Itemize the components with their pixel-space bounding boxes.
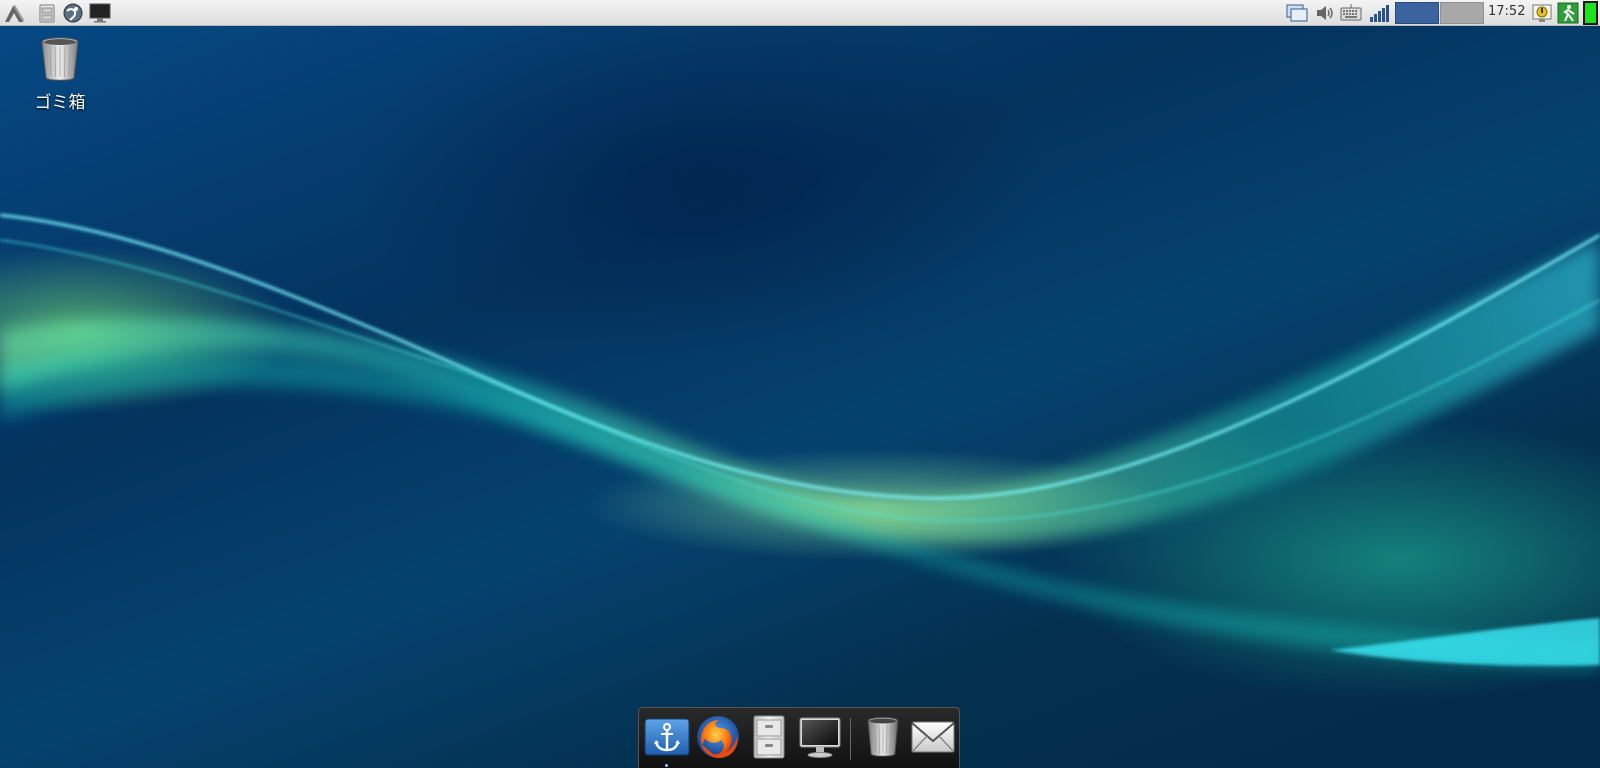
logout-icon[interactable] — [1557, 2, 1579, 24]
workspace-2[interactable] — [1440, 2, 1484, 24]
volume-icon[interactable] — [1314, 2, 1336, 24]
monitor-icon — [799, 717, 841, 758]
dock-item-trash[interactable] — [859, 714, 907, 760]
wallpaper-waves — [0, 213, 1600, 670]
desktop-icon-trash[interactable]: ゴミ箱 — [26, 36, 94, 113]
dock-item-firefox[interactable] — [694, 714, 742, 760]
dock — [638, 707, 960, 768]
dock-running-indicator — [665, 764, 668, 767]
dock-item-dock-settings[interactable] — [643, 714, 691, 760]
dock-separator — [850, 718, 851, 760]
dock-anchor-icon — [644, 718, 690, 756]
clock[interactable]: 17:52 — [1488, 4, 1525, 19]
file-cabinet-icon — [753, 715, 785, 759]
app-menu-icon[interactable] — [4, 2, 26, 24]
battery-icon[interactable] — [1583, 1, 1598, 25]
workspace-1[interactable] — [1395, 2, 1439, 24]
mail-icon — [911, 721, 955, 753]
dock-item-terminal[interactable] — [796, 714, 844, 760]
firefox-icon — [697, 716, 739, 758]
web-browser-icon[interactable] — [62, 2, 84, 24]
update-notifier-icon[interactable] — [1531, 2, 1553, 24]
dock-item-mail[interactable] — [909, 714, 957, 760]
trash-icon — [867, 717, 899, 757]
trash-icon — [41, 37, 79, 81]
file-manager-icon[interactable] — [36, 2, 58, 24]
desktop-icon-label: ゴミ箱 — [34, 93, 86, 113]
desktop-background — [0, 0, 1600, 768]
window-list-icon[interactable] — [1286, 2, 1308, 24]
dock-item-file-manager[interactable] — [745, 714, 793, 760]
network-signal-icon[interactable] — [1368, 2, 1390, 24]
keyboard-icon[interactable] — [1340, 2, 1362, 24]
terminal-icon[interactable] — [89, 2, 111, 24]
top-panel: 17:52 — [0, 0, 1600, 26]
